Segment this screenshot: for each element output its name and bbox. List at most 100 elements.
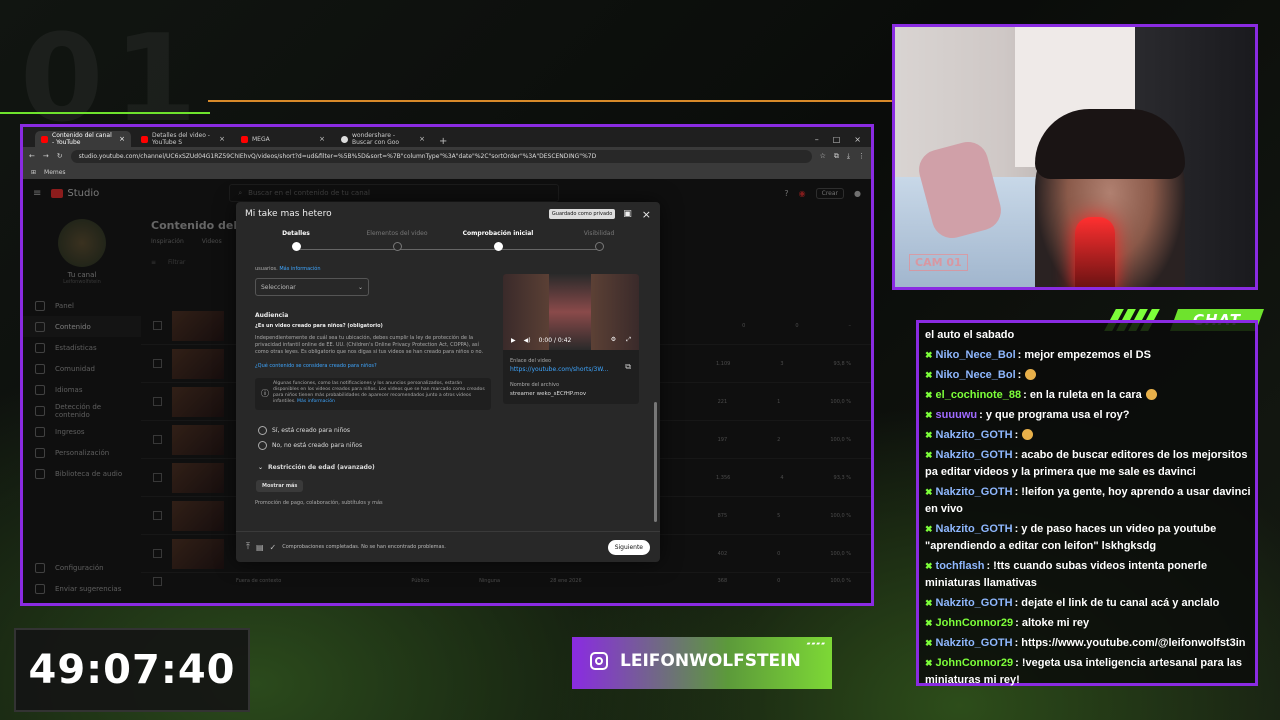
filename-label: Nombre del archivo — [510, 382, 560, 388]
chat-message: ✖ JohnConnor29: !vegeta usa inteligencia … — [925, 655, 1251, 689]
instagram-icon — [590, 652, 608, 670]
chat-badge-icon: ✖ — [925, 430, 933, 440]
step-dot — [392, 242, 402, 251]
video-link[interactable]: https://youtube.com/shorts/3W... — [510, 366, 608, 373]
upload-icon: ⤒ — [246, 542, 250, 552]
chat-username[interactable]: tochflash — [936, 560, 985, 572]
star-icon[interactable]: ☆ — [820, 152, 826, 160]
chat-username[interactable]: JohnConnor29 — [936, 657, 1014, 669]
chat-message: ✖ Nakzito_GOTH: !leifon ya gente, hoy apr… — [925, 484, 1251, 518]
tab-label: wondershare - Buscar con Goo — [352, 132, 400, 146]
maximize-icon[interactable]: □ — [833, 135, 841, 144]
feedback-icon[interactable]: ▣ — [623, 209, 632, 219]
chat-username[interactable]: Nakzito_GOTH — [936, 429, 1013, 441]
bookmark-memes[interactable]: Memes — [44, 169, 66, 176]
radio-not-made-for-kids[interactable]: No, no está creado para niños — [258, 441, 362, 450]
select-dropdown[interactable]: Seleccionar ⌄ — [255, 278, 369, 296]
browser-tab[interactable]: Detalles del video - YouTube S × — [135, 131, 231, 147]
browser-tab[interactable]: wondershare - Buscar con Goo × — [335, 131, 431, 147]
menu-icon[interactable]: ⋮ — [858, 152, 865, 160]
chat-badge-icon: ✖ — [925, 638, 933, 648]
age-restriction-toggle[interactable]: ⌄ Restricción de edad (avanzado) — [258, 464, 375, 471]
chat-message: ✖ tochflash: !tts cuando subas videos int… — [925, 558, 1251, 592]
select-value: Seleccionar — [261, 283, 296, 291]
close-window-icon[interactable]: × — [854, 135, 861, 144]
reload-icon[interactable]: ↻ — [57, 152, 63, 160]
radio-circle — [258, 426, 267, 435]
player-time: 0:00 / 0:42 — [538, 336, 572, 344]
cam-label: CAM 01 — [909, 254, 968, 271]
step-dot — [493, 242, 503, 251]
google-favicon-icon — [341, 135, 348, 143]
streamer-hair — [1035, 109, 1185, 179]
more-info-link[interactable]: Más información — [279, 266, 320, 272]
browser-tab[interactable]: MEGA × — [235, 131, 331, 147]
volume-icon[interactable]: ◀) — [524, 337, 531, 344]
banner-marks: ▰▰▰▰ — [806, 641, 826, 647]
chat-badge-icon: ✖ — [925, 390, 933, 400]
note-more-info-link[interactable]: Más información — [297, 399, 335, 404]
chat-username[interactable]: Nakzito_GOTH — [936, 486, 1013, 498]
browser-tab[interactable]: Contenido del canal - YouTube × — [35, 131, 131, 147]
chat-message: el auto el sabado — [925, 327, 1251, 344]
chat-username[interactable]: Niko_Nece_Bol — [936, 349, 1016, 361]
kids-question: ¿Es un video creado para niños? (obligat… — [255, 323, 383, 329]
step-checks[interactable]: Comprobación inicial — [453, 230, 543, 251]
usuarios-text: usuarios. — [255, 266, 278, 272]
step-label: Elementos del video — [366, 230, 428, 237]
apps-icon[interactable]: ⊞ — [31, 169, 36, 176]
chat-badge-icon: ✖ — [925, 618, 933, 628]
dialog-scrollbar[interactable] — [654, 402, 657, 522]
close-icon[interactable]: × — [119, 135, 125, 143]
new-tab-icon[interactable]: + — [435, 136, 451, 147]
chat-emote-icon — [1145, 389, 1157, 400]
extensions-icon[interactable]: ⧉ — [834, 152, 839, 161]
audience-heading: Audiencia — [255, 312, 289, 319]
chat-text: : mejor empezemos el DS — [1017, 349, 1151, 361]
radio-made-for-kids[interactable]: Sí, está creado para niños — [258, 426, 350, 435]
tab-label: Contenido del canal - YouTube — [52, 132, 112, 146]
chat-username[interactable]: el_cochinote_88 — [936, 389, 1022, 401]
close-dialog-icon[interactable]: × — [642, 208, 651, 221]
play-icon[interactable]: ▶ — [511, 337, 516, 344]
close-icon[interactable]: × — [419, 135, 425, 143]
kids-content-link[interactable]: ¿Qué contenido se considera creado para … — [255, 363, 377, 370]
minimize-icon[interactable]: – — [815, 135, 819, 144]
chat-username[interactable]: JohnConnor29 — [936, 617, 1014, 629]
radio-label: Sí, está creado para niños — [272, 427, 351, 434]
settings-gear-icon[interactable]: ⚙ — [611, 336, 616, 344]
chat-username[interactable]: Niko_Nece_Bol — [936, 369, 1016, 381]
dialog-body: usuarios. Más información Seleccionar ⌄ A… — [236, 264, 648, 528]
close-icon[interactable]: × — [219, 135, 225, 143]
link-label: Enlace del video — [510, 358, 552, 364]
tab-label: MEGA — [252, 135, 270, 143]
fullscreen-icon[interactable]: ⤢ — [626, 336, 631, 344]
chat-username[interactable]: Nakzito_GOTH — [936, 449, 1013, 461]
step-video-elements[interactable]: Elementos del video — [352, 230, 442, 251]
orange-deco-line — [208, 100, 894, 102]
info-icon: ⓘ — [261, 389, 269, 398]
mega-favicon-icon — [241, 135, 248, 143]
chat-username[interactable]: Nakzito_GOTH — [936, 637, 1013, 649]
show-more-button[interactable]: Mostrar más — [256, 480, 304, 492]
webcam-frame: CAM 01 — [892, 24, 1258, 290]
back-icon[interactable]: ← — [29, 152, 35, 160]
chat-text: : dejate el link de tu canal acá y ancla… — [1014, 597, 1220, 609]
chat-badge-icon: ✖ — [925, 450, 933, 460]
close-icon[interactable]: × — [319, 135, 325, 143]
step-visibility[interactable]: Visibilidad — [554, 230, 644, 251]
next-button[interactable]: Siguiente — [607, 539, 650, 555]
chat-username[interactable]: Nakzito_GOTH — [936, 597, 1013, 609]
chat-username[interactable]: Nakzito_GOTH — [936, 523, 1013, 535]
url-input[interactable]: studio.youtube.com/channel/UC6xSZUd04G1R… — [70, 149, 812, 163]
copy-icon[interactable]: ⧉ — [625, 362, 631, 372]
tab-bar: Contenido del canal - YouTube × Detalles … — [23, 127, 871, 147]
chat-badge-icon: ✖ — [925, 410, 933, 420]
step-details[interactable]: Detalles — [251, 230, 341, 251]
download-icon[interactable]: ⤓ — [847, 152, 850, 161]
chat-message: ✖ Nakzito_GOTH: — [925, 427, 1251, 444]
forward-icon[interactable]: → — [43, 152, 49, 160]
microphone — [1075, 217, 1115, 287]
video-player[interactable]: ▶ ◀) 0:00 / 0:42 ⚙ ⤢ — [503, 274, 639, 350]
chat-username[interactable]: suuuwu — [936, 409, 978, 421]
